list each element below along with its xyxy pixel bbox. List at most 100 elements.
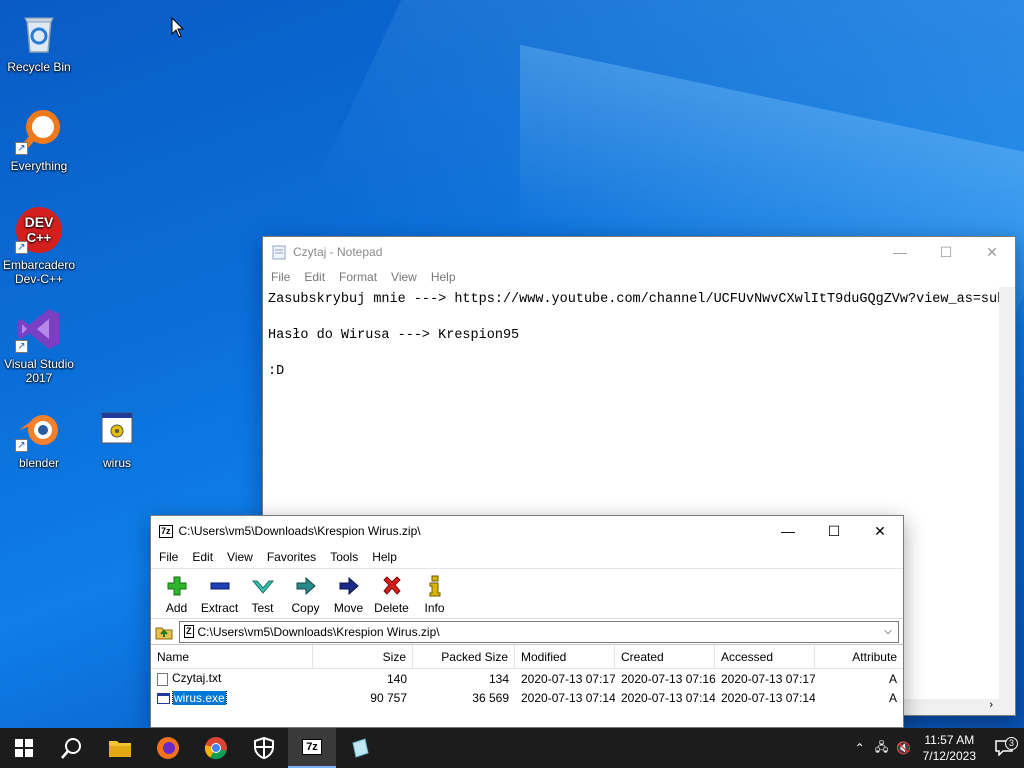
menu-help[interactable]: Help xyxy=(365,550,404,564)
file-packed-size: 36 569 xyxy=(472,690,509,705)
minus-icon xyxy=(210,582,229,590)
desktop-icon-label: Embarcadero Dev-C++ xyxy=(2,258,76,286)
close-button[interactable]: ✕ xyxy=(969,237,1015,267)
notification-center-button[interactable]: 3 xyxy=(984,737,1024,756)
archive-icon: Z xyxy=(184,625,194,638)
menu-edit[interactable]: Edit xyxy=(297,270,332,284)
menu-view[interactable]: View xyxy=(220,550,260,564)
taskbar-firefox[interactable] xyxy=(144,728,192,768)
path-input[interactable]: Z C:\Users\vm5\Downloads\Krespion Wirus.… xyxy=(179,620,899,643)
column-header-packed-size[interactable]: Packed Size xyxy=(413,645,515,668)
shortcut-arrow-icon: ↗ xyxy=(15,340,28,353)
menu-help[interactable]: Help xyxy=(424,270,463,284)
search-icon xyxy=(61,738,81,759)
file-accessed: 2020-07-13 07:14 xyxy=(721,690,815,705)
desktop-icon-recycle-bin[interactable]: Recycle Bin xyxy=(0,8,78,74)
column-header-created[interactable]: Created xyxy=(615,645,715,668)
start-button[interactable] xyxy=(0,728,48,768)
address-bar: Z C:\Users\vm5\Downloads\Krespion Wirus.… xyxy=(151,618,903,644)
test-button[interactable]: Test xyxy=(241,569,284,618)
notepad-titlebar[interactable]: Czytaj - Notepad — ☐ ✕ xyxy=(263,237,1015,267)
table-row[interactable]: Czytaj.txt 140 134 2020-07-13 07:17 2020… xyxy=(151,669,903,688)
blender-icon: ↗ xyxy=(15,404,63,452)
file-attribute: A xyxy=(888,690,897,705)
desktop-icon-everything[interactable]: ↗ Everything xyxy=(0,107,78,173)
file-list-header: Name Size Packed Size Modified Created A… xyxy=(151,645,903,669)
shortcut-arrow-icon: ↗ xyxy=(15,142,28,155)
chevron-up-icon[interactable]: ⌃ xyxy=(849,741,871,755)
column-header-modified[interactable]: Modified xyxy=(515,645,615,668)
network-icon[interactable]: 🖧 xyxy=(871,738,893,759)
file-name: Czytaj.txt xyxy=(172,671,222,686)
column-header-attribute[interactable]: Attribute xyxy=(815,645,903,668)
chevron-down-icon[interactable]: ⌵ xyxy=(878,626,898,637)
minimize-button[interactable]: — xyxy=(765,516,811,546)
7zip-titlebar[interactable]: 7z C:\Users\vm5\Downloads\Krespion Wirus… xyxy=(151,516,903,546)
file-list: Name Size Packed Size Modified Created A… xyxy=(151,644,903,707)
menu-file[interactable]: File xyxy=(264,270,297,284)
close-button[interactable]: ✕ xyxy=(857,516,903,546)
path-text: C:\Users\vm5\Downloads\Krespion Wirus.zi… xyxy=(197,624,440,639)
svg-text:C++: C++ xyxy=(27,230,52,245)
clock[interactable]: 11:57 AM 7/12/2023 xyxy=(915,732,984,764)
add-button[interactable]: Add xyxy=(155,569,198,618)
desktop-icon-label: Everything xyxy=(10,159,68,173)
folder-up-icon[interactable] xyxy=(155,623,173,641)
search-button[interactable] xyxy=(48,728,96,768)
maximize-button[interactable]: ☐ xyxy=(923,237,969,267)
file-modified: 2020-07-13 07:17 xyxy=(521,671,615,686)
file-attribute: A xyxy=(888,671,897,686)
menu-view[interactable]: View xyxy=(384,270,424,284)
desktop-icon-devcpp[interactable]: DEV C++ ↗ Embarcadero Dev-C++ xyxy=(0,206,78,286)
x-icon xyxy=(382,576,401,595)
copy-button[interactable]: Copy xyxy=(284,569,327,618)
desktop-icon-label: Visual Studio 2017 xyxy=(4,357,74,385)
taskbar-notepad[interactable] xyxy=(336,728,384,768)
notification-count-badge: 3 xyxy=(1005,737,1018,750)
desktop-icon-visual-studio[interactable]: ↗ Visual Studio 2017 xyxy=(0,305,78,385)
7zip-app-icon: 7z xyxy=(302,739,322,755)
clock-time: 11:57 AM xyxy=(924,733,975,747)
windows-logo-icon xyxy=(15,739,33,757)
menu-edit[interactable]: Edit xyxy=(185,550,220,564)
maximize-button[interactable]: ☐ xyxy=(811,516,857,546)
taskbar-security[interactable] xyxy=(240,728,288,768)
file-created: 2020-07-13 07:14 xyxy=(621,690,715,705)
menu-format[interactable]: Format xyxy=(332,270,384,284)
column-header-size[interactable]: Size xyxy=(313,645,413,668)
delete-button[interactable]: Delete xyxy=(370,569,413,618)
mouse-cursor-icon xyxy=(171,17,185,38)
folder-icon xyxy=(109,741,131,757)
info-icon xyxy=(429,575,440,597)
check-icon xyxy=(251,580,274,594)
menu-favorites[interactable]: Favorites xyxy=(260,550,323,564)
visual-studio-icon: ↗ xyxy=(15,305,63,353)
vertical-scrollbar[interactable] xyxy=(999,287,1015,699)
minimize-button[interactable]: — xyxy=(877,237,923,267)
magnifier-icon: ↗ xyxy=(15,107,63,155)
7zip-menubar: File Edit View Favorites Tools Help xyxy=(151,546,903,568)
file-accessed: 2020-07-13 07:17 xyxy=(721,671,815,686)
menu-file[interactable]: File xyxy=(152,550,185,564)
desktop-icon-wirus[interactable]: wirus xyxy=(78,404,156,470)
column-header-accessed[interactable]: Accessed xyxy=(715,645,815,668)
plus-icon xyxy=(167,576,186,596)
7zip-title: C:\Users\vm5\Downloads\Krespion Wirus.zi… xyxy=(178,524,421,538)
taskbar-7zip[interactable]: 7z xyxy=(288,728,336,768)
7zip-window[interactable]: 7z C:\Users\vm5\Downloads\Krespion Wirus… xyxy=(150,515,904,728)
chrome-icon xyxy=(204,737,227,760)
taskbar-chrome[interactable] xyxy=(192,728,240,768)
shortcut-arrow-icon: ↗ xyxy=(15,241,28,254)
taskbar-file-explorer[interactable] xyxy=(96,728,144,768)
volume-muted-icon[interactable]: 🔇 xyxy=(893,741,915,755)
desktop-icon-blender[interactable]: ↗ blender xyxy=(0,404,78,470)
column-header-name[interactable]: Name xyxy=(151,645,313,668)
menu-tools[interactable]: Tools xyxy=(323,550,365,564)
table-row-selected[interactable]: wirus.exe 90 757 36 569 2020-07-13 07:14… xyxy=(151,688,903,707)
extract-button[interactable]: Extract xyxy=(198,569,241,618)
info-button[interactable]: Info xyxy=(413,569,456,618)
file-name: wirus.exe xyxy=(172,690,227,705)
move-button[interactable]: Move xyxy=(327,569,370,618)
scroll-right-icon[interactable]: › xyxy=(989,699,993,711)
file-packed-size: 134 xyxy=(488,671,509,686)
